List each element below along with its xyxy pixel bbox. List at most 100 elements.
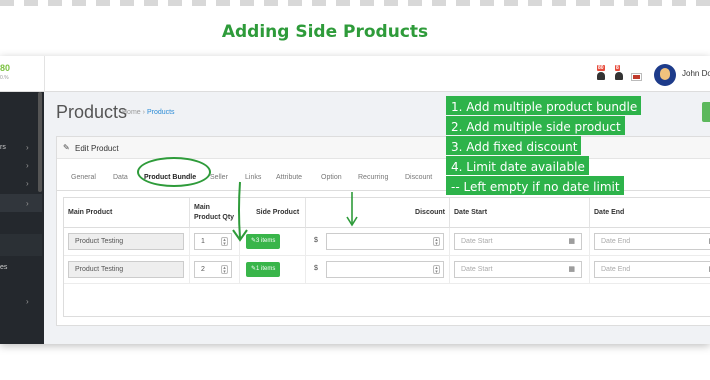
notification-badge: 80 (597, 65, 605, 71)
side-product-button[interactable]: ✎3 items (246, 234, 281, 249)
panel-heading: ✎ Edit Product (57, 137, 710, 159)
date-start-input[interactable]: Date Start ▦ (454, 233, 582, 250)
tab-general[interactable]: General (71, 174, 96, 181)
annotation-line: 1. Add multiple product bundle (446, 96, 642, 115)
side-product-button[interactable]: ✎1 items (246, 262, 281, 277)
date-end-input[interactable]: Date End ▦ (594, 261, 710, 278)
edit-product-panel: ✎ Edit Product General Data Product Bund… (56, 136, 710, 326)
breadcrumb: Home › Products (122, 109, 175, 116)
sidebar-item-label: rs (0, 144, 6, 151)
qty-value: 1 (201, 238, 205, 245)
side-product-label: 1 items (256, 266, 276, 272)
spinner-icon[interactable]: ▴ ▾ (221, 237, 228, 247)
header-label: Main Product (68, 209, 113, 216)
notification-badge: 8 (615, 65, 620, 71)
chevron-right-icon: › (26, 161, 29, 170)
save-button[interactable] (702, 102, 710, 122)
arrow-down-icon (346, 192, 358, 227)
avatar[interactable] (654, 64, 676, 86)
cell-discount: $ ▴ ▾ (306, 228, 450, 256)
panel-title: Edit Product (75, 144, 119, 153)
table-row: Product Testing 2 ▴ ▾ ✎1 items $ ▴ ▾ Dat… (64, 256, 710, 284)
spinner-icon[interactable]: ▴ ▾ (221, 265, 228, 275)
flag-icon[interactable] (632, 74, 641, 80)
top-bar: 80 0.% 80 8 John Doe (0, 56, 710, 92)
tab-recurring[interactable]: Recurring (358, 174, 388, 181)
discount-input[interactable]: ▴ ▾ (326, 233, 444, 250)
annotation-line: -- Left empty if no date limit (446, 176, 624, 195)
header-label: Side Product (256, 209, 300, 216)
currency-symbol: $ (314, 237, 318, 244)
sidebar-section (0, 234, 42, 256)
sidebar-scrollbar[interactable] (38, 92, 42, 192)
arrow-down-icon (232, 181, 248, 242)
header-label: Discount (415, 209, 445, 216)
user-name[interactable]: John Doe (682, 69, 710, 78)
discount-input[interactable]: ▴ ▾ (326, 261, 444, 278)
chevron-right-icon: › (26, 143, 29, 152)
cell-date-start: Date Start ▦ (450, 228, 590, 256)
spinner-icon[interactable]: ▴ ▾ (433, 237, 440, 247)
slide-heading: Adding Side Products (221, 22, 429, 42)
main-product-input[interactable]: Product Testing (68, 261, 184, 278)
sidebar-item-label: es (0, 264, 8, 271)
bell-icon[interactable]: 8 (614, 65, 624, 82)
cell-date-start: Date Start ▦ (450, 256, 590, 284)
cell-discount: $ ▴ ▾ (306, 256, 450, 284)
breadcrumb-separator: › (142, 109, 145, 116)
logo[interactable]: 80 0.% (0, 64, 10, 82)
sidebar-item[interactable]: › (0, 198, 38, 212)
cell-date-end: Date End ▦ (590, 228, 710, 256)
header-label: Date Start (454, 209, 488, 216)
spinner-icon[interactable]: ▴ ▾ (433, 265, 440, 275)
date-start-placeholder: Date Start (461, 238, 493, 245)
date-start-placeholder: Date Start (461, 266, 493, 273)
sidebar-item[interactable]: es (0, 262, 38, 276)
sidebar-item[interactable]: › (0, 296, 38, 310)
annotation-line: 2. Add multiple side product (446, 116, 625, 135)
currency-symbol: $ (314, 265, 318, 272)
breadcrumb-current[interactable]: Products (147, 109, 175, 116)
cell-main-product: Product Testing (64, 256, 190, 284)
date-end-placeholder: Date End (601, 266, 631, 273)
qty-input[interactable]: 1 ▴ ▾ (194, 233, 232, 250)
cell-side-product: ✎1 items (240, 256, 306, 284)
tab-discount[interactable]: Discount (405, 174, 432, 181)
calendar-icon[interactable]: ▦ (568, 265, 575, 273)
qty-input[interactable]: 2 ▴ ▾ (194, 261, 232, 278)
annotation-line: 4. Limit date available (446, 156, 589, 175)
header-main-product: Main Product (64, 198, 190, 228)
cell-date-end: Date End ▦ (590, 256, 710, 284)
date-start-input[interactable]: Date Start ▦ (454, 261, 582, 278)
sidebar-item[interactable]: › (0, 178, 38, 192)
chevron-right-icon: › (26, 199, 29, 208)
header-discount: Discount (306, 198, 450, 228)
topbar-divider (44, 56, 45, 92)
tab-data[interactable]: Data (113, 174, 128, 181)
date-end-placeholder: Date End (601, 238, 631, 245)
sidebar-item[interactable]: rs › (0, 142, 38, 156)
tab-option[interactable]: Option (321, 174, 342, 181)
sidebar-item[interactable]: › (0, 160, 38, 174)
logo-text: 80 (0, 63, 11, 73)
chevron-right-icon: › (26, 297, 29, 306)
header-label: Main (194, 204, 210, 211)
page-title: Products (56, 102, 128, 122)
date-end-input[interactable]: Date End ▦ (594, 233, 710, 250)
side-product-label: 3 items (256, 238, 276, 244)
header-date-end: Date End (590, 198, 710, 228)
bell-icon[interactable]: 80 (596, 65, 606, 82)
tab-seller[interactable]: Seller (210, 174, 228, 181)
logo-sub: 0.% (0, 75, 9, 81)
main-product-input[interactable]: Product Testing (68, 233, 184, 250)
highlight-circle (137, 157, 211, 187)
pencil-icon: ✎ (63, 143, 70, 152)
slide: Adding Side Products 80 0.% 80 8 John Do… (0, 0, 710, 380)
header-label: Product Qty (194, 214, 235, 221)
calendar-icon[interactable]: ▦ (568, 237, 575, 245)
bundle-table: Main Product Main Product Qty Side Produ… (63, 197, 710, 317)
header-label: Date End (594, 209, 625, 216)
qty-value: 2 (201, 266, 205, 273)
breadcrumb-home[interactable]: Home (122, 109, 141, 116)
tab-attribute[interactable]: Attribute (276, 174, 302, 181)
